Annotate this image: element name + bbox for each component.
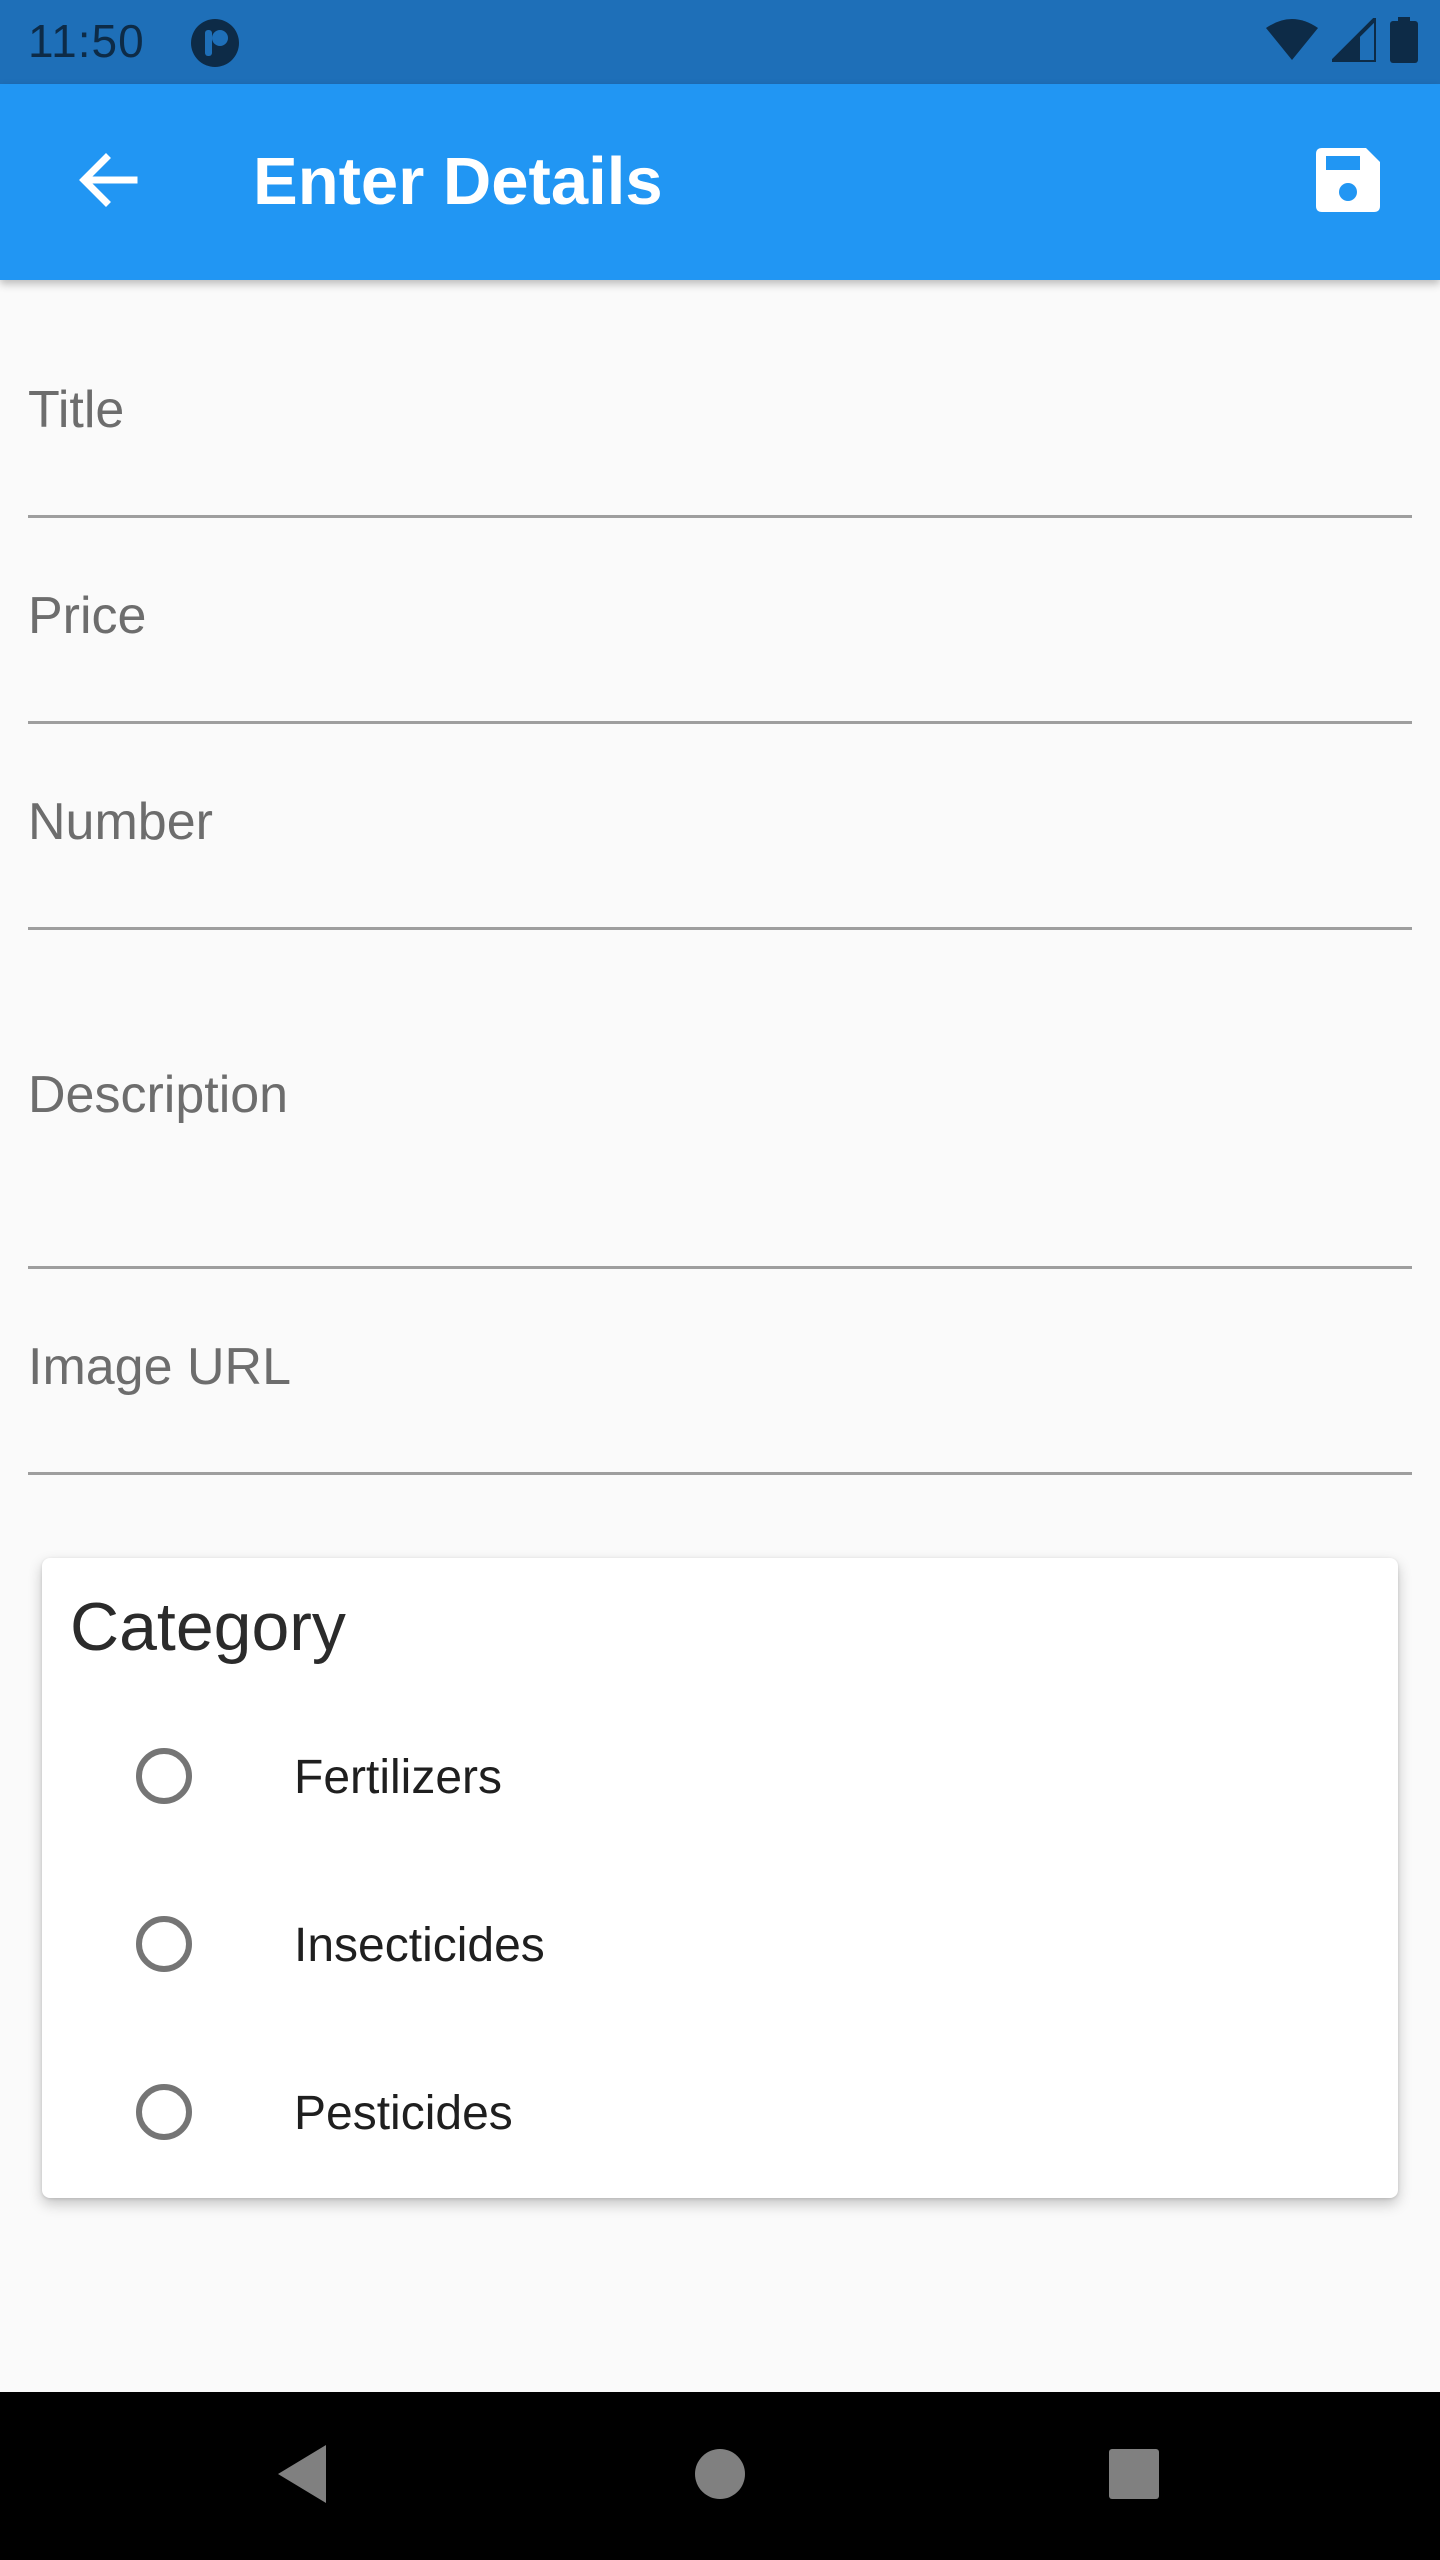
arrow-back-icon (76, 148, 140, 217)
radio-label: Fertilizers (294, 1751, 503, 1804)
number-field[interactable]: Number (28, 762, 1412, 930)
save-button[interactable] (1296, 130, 1400, 234)
radio-label: Insecticides (294, 1919, 545, 1972)
app-notification-icon (190, 18, 240, 68)
save-icon (1314, 146, 1382, 219)
price-field-label: Price (28, 587, 147, 645)
price-field[interactable]: Price (28, 556, 1412, 724)
status-bar: 11:50 (0, 0, 1440, 84)
radio-option-insecticides[interactable]: Insecticides (42, 1872, 1398, 2022)
signal-icon (1327, 12, 1378, 67)
image-url-field[interactable]: Image URL (28, 1307, 1412, 1475)
category-card: Category Fertilizers Insecticides Pestic… (42, 1558, 1398, 2198)
nav-recents-button[interactable] (1084, 2426, 1184, 2526)
nav-home-button[interactable] (670, 2426, 770, 2526)
radio-option-fertilizers[interactable]: Fertilizers (42, 1704, 1398, 1854)
title-field-label: Title (28, 381, 125, 439)
wifi-icon (1266, 18, 1318, 67)
battery-icon (1390, 16, 1418, 68)
nav-back-button[interactable] (252, 2426, 352, 2526)
radio-option-pesticides[interactable]: Pesticides (42, 2040, 1398, 2190)
system-nav-bar (0, 2392, 1440, 2560)
recents-square-icon (1108, 2448, 1160, 2505)
category-title: Category (70, 1589, 346, 1665)
page-title: Enter Details (253, 144, 663, 219)
image-url-field-label: Image URL (28, 1338, 291, 1396)
radio-unchecked-icon[interactable] (136, 2084, 192, 2140)
status-time: 11:50 (28, 15, 145, 67)
title-field[interactable]: Title (28, 350, 1412, 518)
description-field[interactable]: Description (28, 968, 1412, 1269)
home-circle-icon (694, 2448, 746, 2505)
status-icons (1266, 12, 1418, 68)
back-button[interactable] (56, 130, 160, 234)
radio-unchecked-icon[interactable] (136, 1916, 192, 1972)
back-triangle-icon (274, 2443, 330, 2510)
description-field-label: Description (28, 1066, 289, 1124)
radio-label: Pesticides (294, 2087, 513, 2140)
radio-unchecked-icon[interactable] (136, 1748, 192, 1804)
app-bar: Enter Details (0, 84, 1440, 280)
number-field-label: Number (28, 793, 213, 851)
